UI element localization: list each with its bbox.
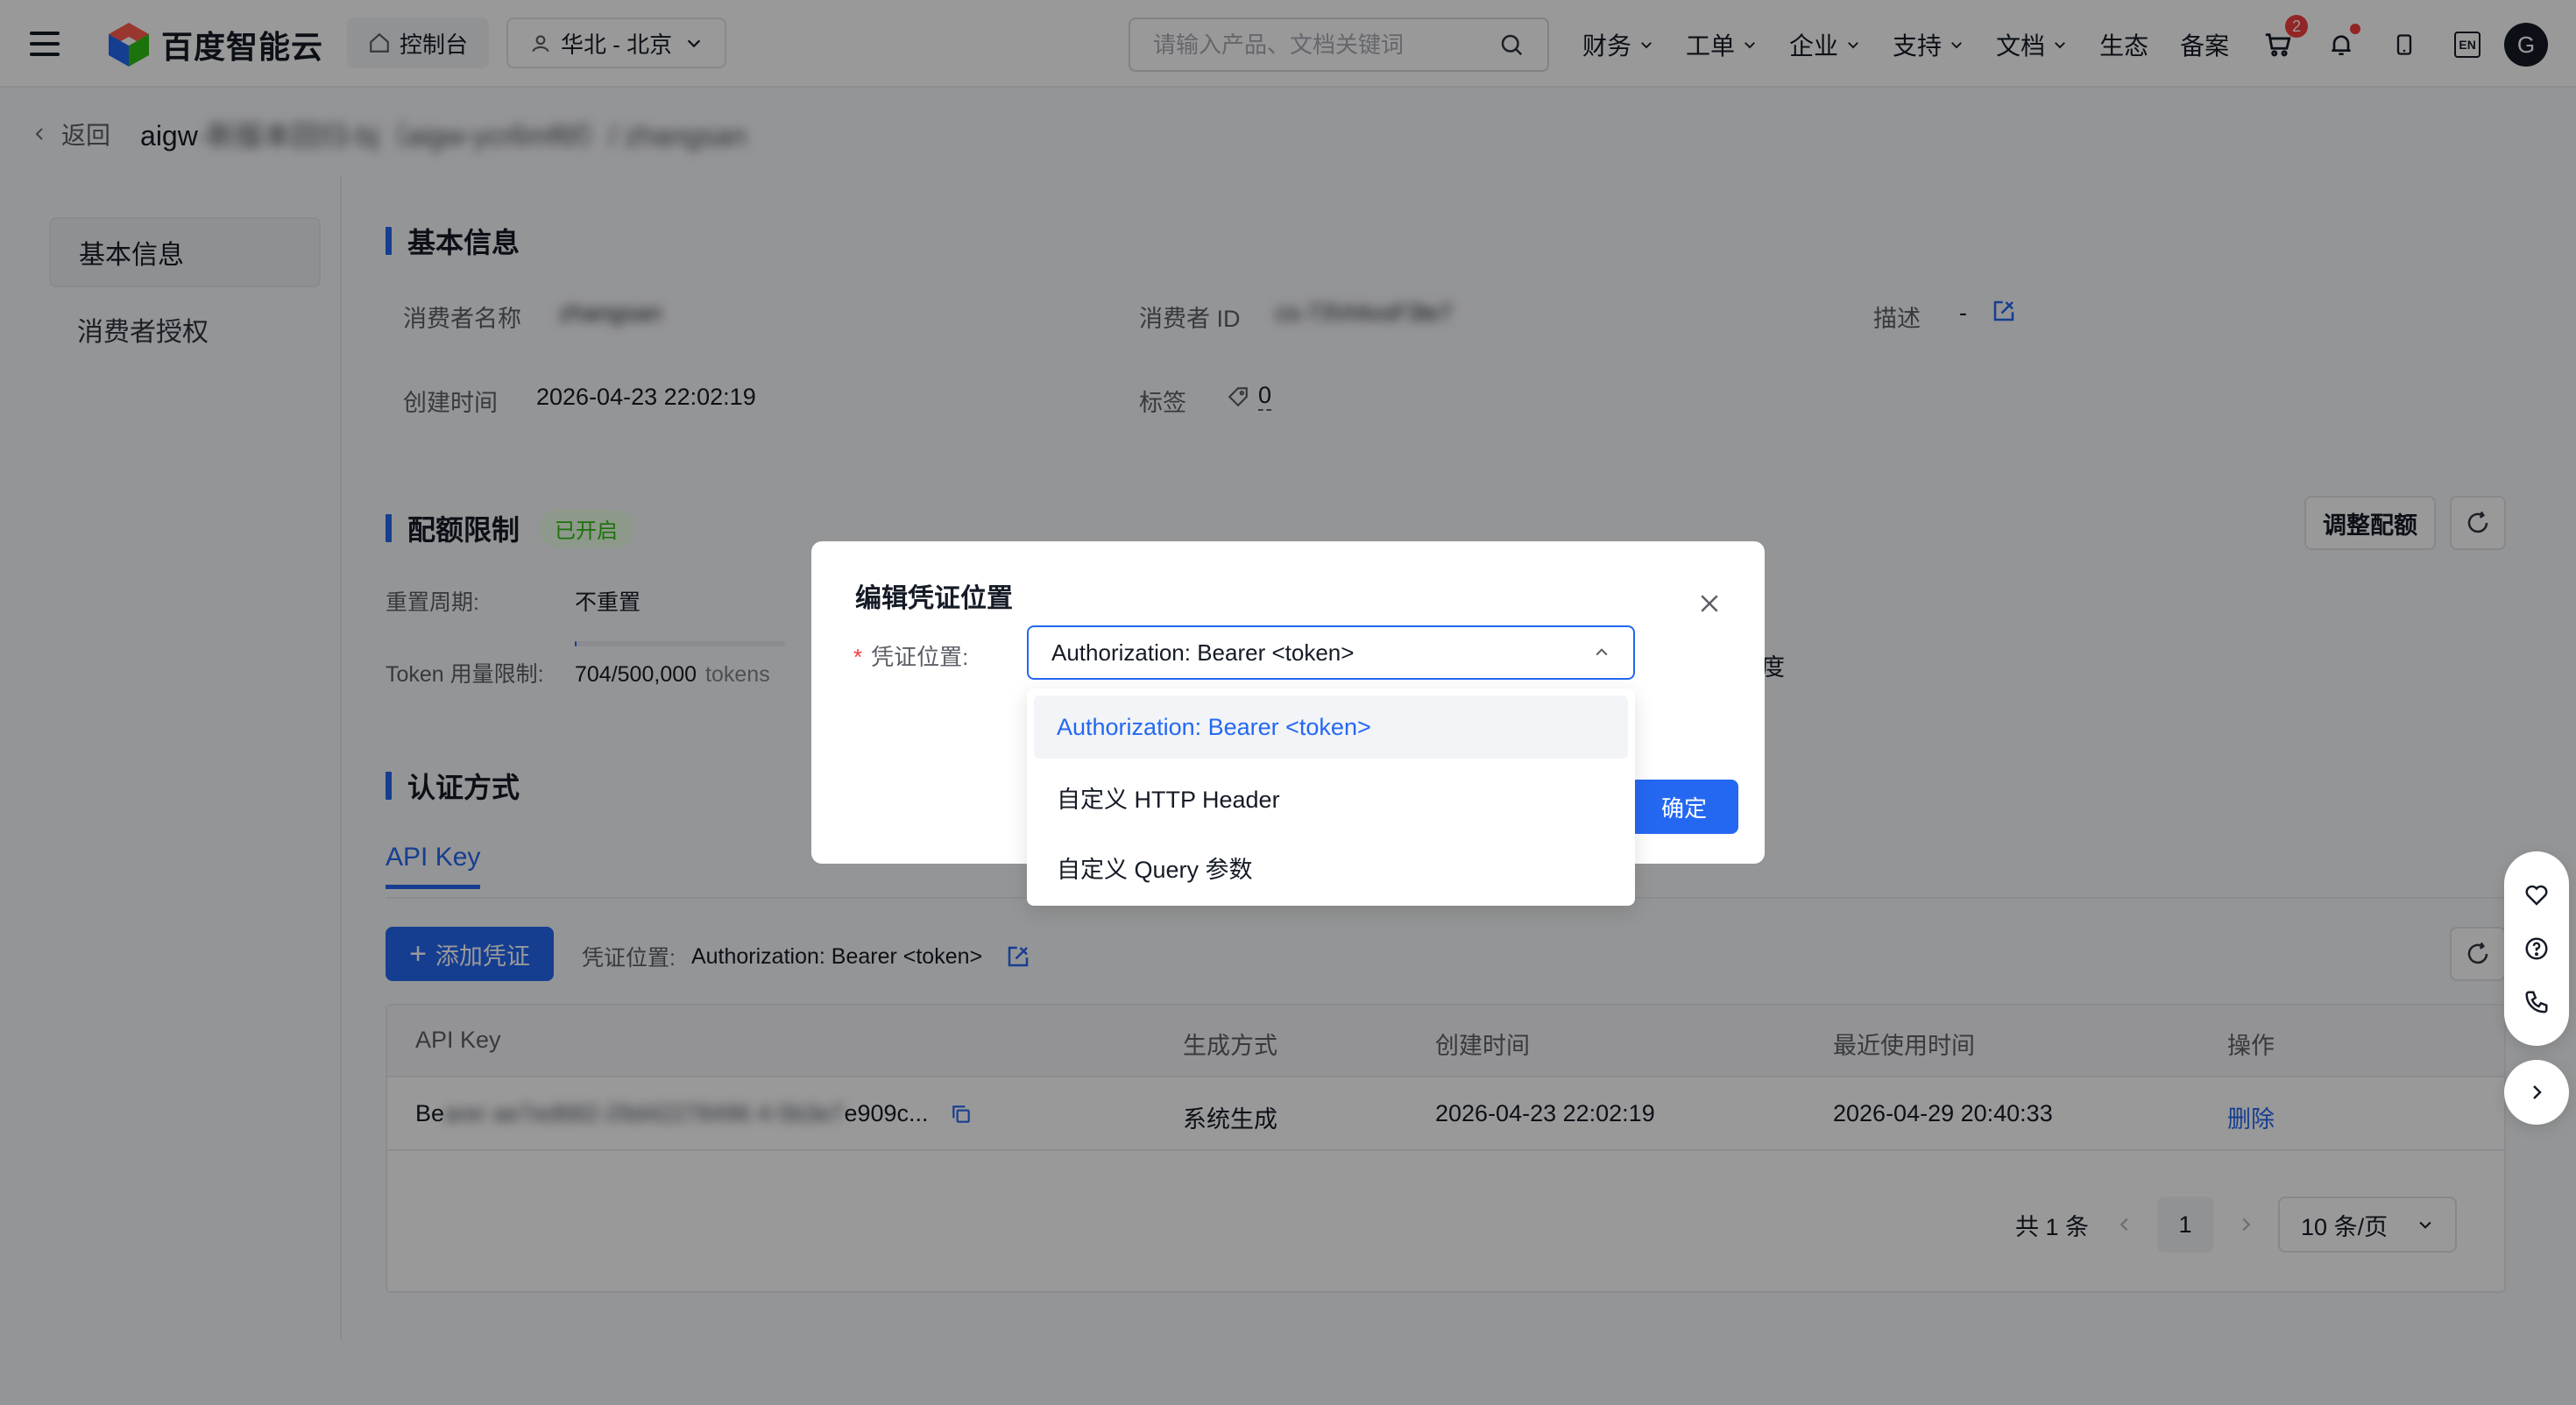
confirm-button[interactable]: 确定 <box>1630 780 1738 834</box>
heart-icon[interactable] <box>2523 882 2550 908</box>
floating-tools <box>2504 851 2569 1046</box>
option-custom-http-header[interactable]: 自定义 HTTP Header <box>1034 766 1628 829</box>
credential-location-dropdown: Authorization: Bearer <token> 自定义 HTTP H… <box>1027 688 1635 906</box>
chevron-up-icon <box>1596 648 1608 656</box>
option-custom-query-param[interactable]: 自定义 Query 参数 <box>1034 836 1628 899</box>
help-icon[interactable] <box>2523 935 2550 962</box>
chevron-right-icon <box>2533 1085 2542 1099</box>
close-icon[interactable] <box>1696 590 1723 617</box>
modal-title: 编辑凭证位置 <box>855 584 1013 613</box>
phone-call-icon[interactable] <box>2523 989 2550 1015</box>
credential-location-select[interactable]: Authorization: Bearer <token> <box>1027 625 1635 680</box>
credential-location-label: * 凭证位置: <box>853 644 969 670</box>
option-authorization-bearer[interactable]: Authorization: Bearer <token> <box>1034 695 1628 759</box>
floating-expand-button[interactable] <box>2504 1060 2569 1125</box>
